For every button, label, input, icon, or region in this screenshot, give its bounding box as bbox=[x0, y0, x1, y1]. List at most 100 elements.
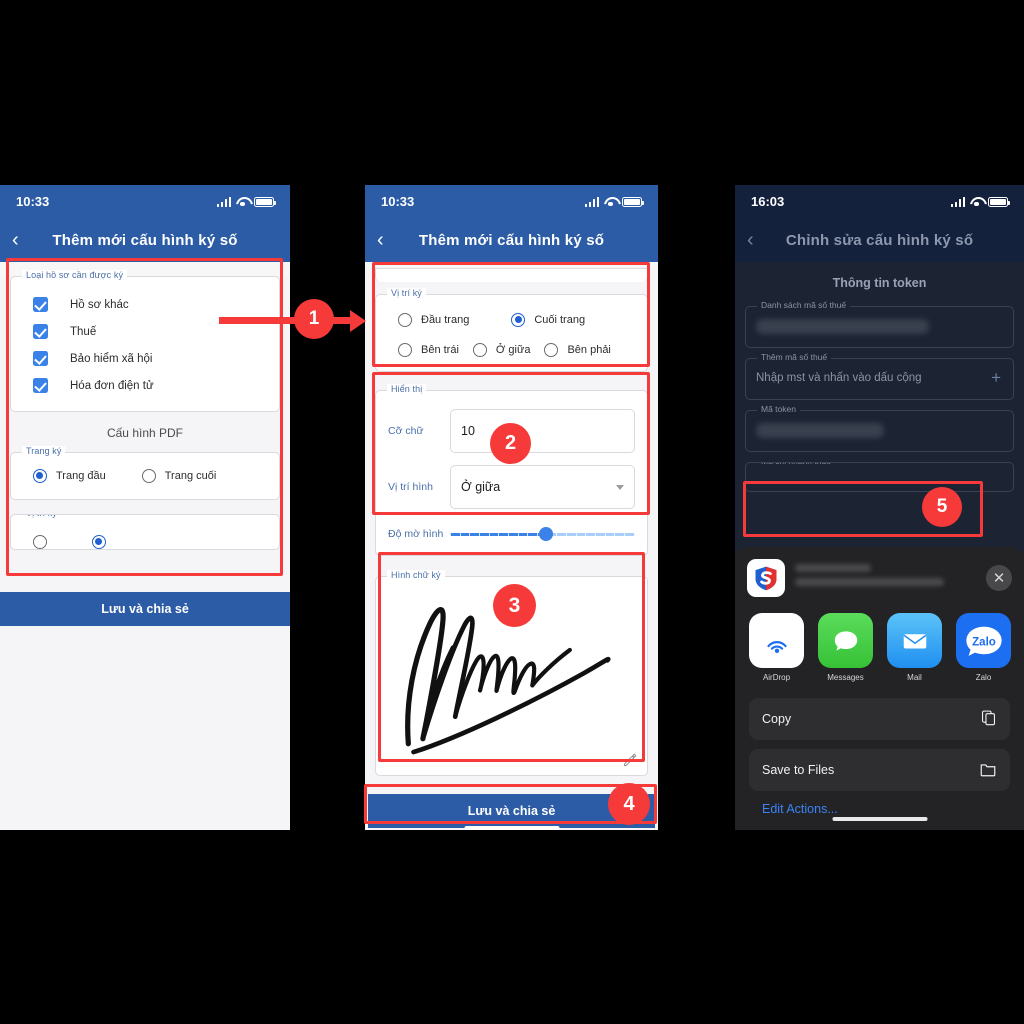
share-app-label: AirDrop bbox=[762, 673, 791, 682]
vi-tri-ky-legend: Vị trí ký bbox=[387, 288, 426, 298]
trang-ky-options: Trang đầu Trang cuối bbox=[11, 469, 279, 483]
opacity-slider[interactable] bbox=[450, 527, 635, 541]
plus-icon[interactable]: + bbox=[991, 368, 1001, 388]
action-label: Copy bbox=[762, 712, 792, 726]
radio-label: Bên phải bbox=[567, 344, 611, 356]
wifi-icon bbox=[604, 197, 617, 207]
messages-icon bbox=[818, 613, 873, 668]
home-indicator bbox=[464, 826, 559, 830]
opacity-row: Độ mờ hình bbox=[388, 527, 635, 541]
checkbox-label: Hóa đơn điện tử bbox=[70, 379, 154, 392]
battery-icon bbox=[622, 196, 644, 207]
image-position-select[interactable]: Ở giữa bbox=[450, 465, 635, 509]
radio-trang-cuoi[interactable] bbox=[141, 469, 156, 483]
back-button[interactable]: ‹ bbox=[12, 230, 19, 250]
token-code-field[interactable]: Mã token bbox=[745, 404, 1014, 452]
hien-thi-fieldset: Hiển thị Cỡ chữ 10 Vị trí hình Ở giữa Độ… bbox=[375, 384, 648, 556]
signal-bars-icon bbox=[216, 196, 231, 207]
share-app-mail[interactable]: Mail bbox=[887, 613, 942, 682]
save-and-share-button[interactable]: Lưu và chia sẻ bbox=[0, 592, 290, 626]
signal-bars-icon bbox=[950, 196, 965, 207]
home-indicator bbox=[832, 817, 927, 821]
panel-1-screen: Loại hồ sơ cần được ký Hồ sơ khác Thuế B… bbox=[0, 270, 290, 830]
trang-ky-legend: Trang ký bbox=[22, 446, 66, 456]
phone-panel-3: 16:03 ‹ Chỉnh sửa cấu hình ký số Thông t… bbox=[735, 185, 1024, 830]
phone-panel-1: 10:33 ‹ Thêm mới cấu hình ký số Loại hồ … bbox=[0, 185, 290, 830]
status-icons bbox=[584, 196, 644, 207]
radio-dau-trang[interactable] bbox=[398, 313, 412, 327]
vi-tri-ky-fieldset: Vị trí ký Đầu trang Cuối trang Bên trái … bbox=[375, 288, 648, 372]
annotation-arrow-1 bbox=[219, 317, 355, 324]
battery-icon bbox=[988, 196, 1010, 207]
font-size-input[interactable]: 10 bbox=[450, 409, 635, 453]
radio-label: Cuối trang bbox=[534, 314, 586, 326]
radio-o-giua[interactable] bbox=[472, 343, 487, 357]
checkbox-row-bao-hiem-xa-hoi[interactable]: Bảo hiểm xã hội bbox=[11, 345, 279, 372]
checkbox-thue[interactable] bbox=[33, 324, 48, 339]
close-icon[interactable]: ✕ bbox=[986, 565, 1012, 591]
airdrop-icon bbox=[749, 613, 804, 668]
annotation-badge-3: 3 bbox=[493, 584, 536, 627]
radio-ben-trai[interactable] bbox=[398, 343, 412, 357]
back-button[interactable]: ‹ bbox=[377, 230, 384, 250]
svg-text:Zalo: Zalo bbox=[972, 636, 996, 648]
action-copy[interactable]: Copy bbox=[749, 698, 1010, 740]
token-code-legend: Mã token bbox=[757, 404, 800, 414]
checkbox-row-hoa-don-dien-tu[interactable]: Hóa đơn điện tử bbox=[11, 372, 279, 399]
radio-trang-dau[interactable] bbox=[33, 469, 47, 483]
screenshot-canvas: 10:33 ‹ Thêm mới cấu hình ký số Loại hồ … bbox=[0, 0, 1024, 1024]
nav-bar: ‹ Thêm mới cấu hình ký số bbox=[365, 218, 658, 262]
radio-dau-trang[interactable] bbox=[33, 535, 47, 549]
nav-bar: ‹ Chỉnh sửa cấu hình ký số bbox=[735, 218, 1024, 262]
radio-ben-phai[interactable] bbox=[544, 343, 559, 357]
radio-label: Đầu trang bbox=[421, 314, 470, 326]
panel-2-screen: Vị trí ký Đầu trang Cuối trang Bên trái … bbox=[365, 268, 658, 830]
checkbox-ho-so-khac[interactable] bbox=[33, 297, 48, 312]
share-app-zalo[interactable]: Zalo Zalo bbox=[956, 613, 1011, 682]
share-sheet: ✕ AirDrop Messages Mail Zalo Zalo Copy S… bbox=[735, 547, 1024, 830]
checkbox-bao-hiem-xa-hoi[interactable] bbox=[33, 351, 48, 366]
vi-tri-ky-fieldset: Vị trí ký bbox=[10, 514, 280, 550]
action-save-to-files[interactable]: Save to Files bbox=[749, 749, 1010, 791]
status-time: 10:33 bbox=[16, 194, 50, 209]
vnpt-sign-app-icon bbox=[747, 559, 785, 597]
opacity-label: Độ mờ hình bbox=[388, 528, 444, 540]
page-title: Thêm mới cấu hình ký số bbox=[52, 231, 238, 249]
pencil-icon[interactable] bbox=[623, 753, 637, 767]
status-bar: 10:33 bbox=[365, 185, 658, 218]
share-app-label: Mail bbox=[907, 673, 922, 682]
checkbox-row-ho-so-khac[interactable]: Hồ sơ khác bbox=[11, 291, 279, 318]
tax-code-list-field[interactable]: Danh sách mã số thuế bbox=[745, 300, 1014, 348]
share-app-airdrop[interactable]: AirDrop bbox=[749, 613, 804, 682]
wifi-icon bbox=[970, 197, 983, 207]
trang-ky-fieldset: Trang ký Trang đầu Trang cuối bbox=[10, 446, 280, 500]
share-sheet-header: ✕ bbox=[735, 547, 1024, 607]
radio-label: Ở giữa bbox=[495, 344, 531, 356]
partial-fieldset-top bbox=[375, 268, 648, 282]
nav-bar: ‹ Thêm mới cấu hình ký số bbox=[0, 218, 290, 262]
shared-file-info bbox=[795, 564, 986, 592]
slider-thumb[interactable] bbox=[539, 527, 554, 541]
back-button[interactable]: ‹ bbox=[747, 230, 754, 250]
add-tax-code-field[interactable]: Thêm mã số thuế Nhập mst và nhấn vào dấu… bbox=[745, 352, 1014, 400]
doc-types-fieldset: Loại hồ sơ cần được ký Hồ sơ khác Thuế B… bbox=[10, 270, 280, 412]
radio-label: Trang đầu bbox=[56, 470, 106, 482]
share-app-messages[interactable]: Messages bbox=[818, 613, 873, 682]
branch-tax-code-legend: Mã chi nhánh thuế bbox=[757, 463, 835, 466]
chevron-down-icon bbox=[616, 484, 624, 490]
status-bar: 10:33 bbox=[0, 185, 290, 218]
share-app-row: AirDrop Messages Mail Zalo Zalo bbox=[735, 607, 1024, 692]
panel-3-screen: Thông tin token Danh sách mã số thuế Thê… bbox=[735, 262, 1024, 830]
checkbox-label: Hồ sơ khác bbox=[70, 298, 129, 311]
share-action-list: Copy Save to Files Edit Actions... bbox=[749, 698, 1010, 818]
hien-thi-legend: Hiển thị bbox=[387, 384, 427, 394]
branch-tax-code-field[interactable]: Mã chi nhánh thuế bbox=[745, 462, 1014, 492]
folder-icon bbox=[979, 760, 997, 781]
checkbox-hoa-don-dien-tu[interactable] bbox=[33, 378, 48, 393]
share-app-label: Messages bbox=[827, 673, 864, 682]
radio-cuoi-trang[interactable] bbox=[511, 313, 526, 327]
edit-actions-link[interactable]: Edit Actions... bbox=[749, 800, 1010, 818]
checkbox-label: Bảo hiểm xã hội bbox=[70, 352, 153, 365]
zalo-icon: Zalo bbox=[956, 613, 1011, 668]
radio-cuoi-trang[interactable] bbox=[92, 535, 106, 549]
